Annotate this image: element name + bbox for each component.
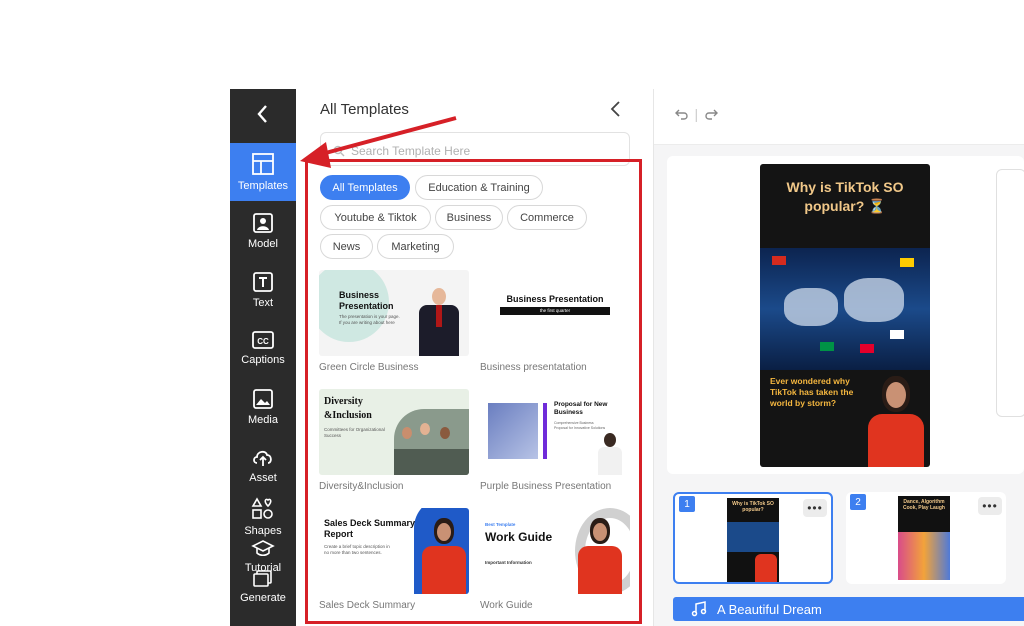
annotation-arrow xyxy=(300,116,457,168)
